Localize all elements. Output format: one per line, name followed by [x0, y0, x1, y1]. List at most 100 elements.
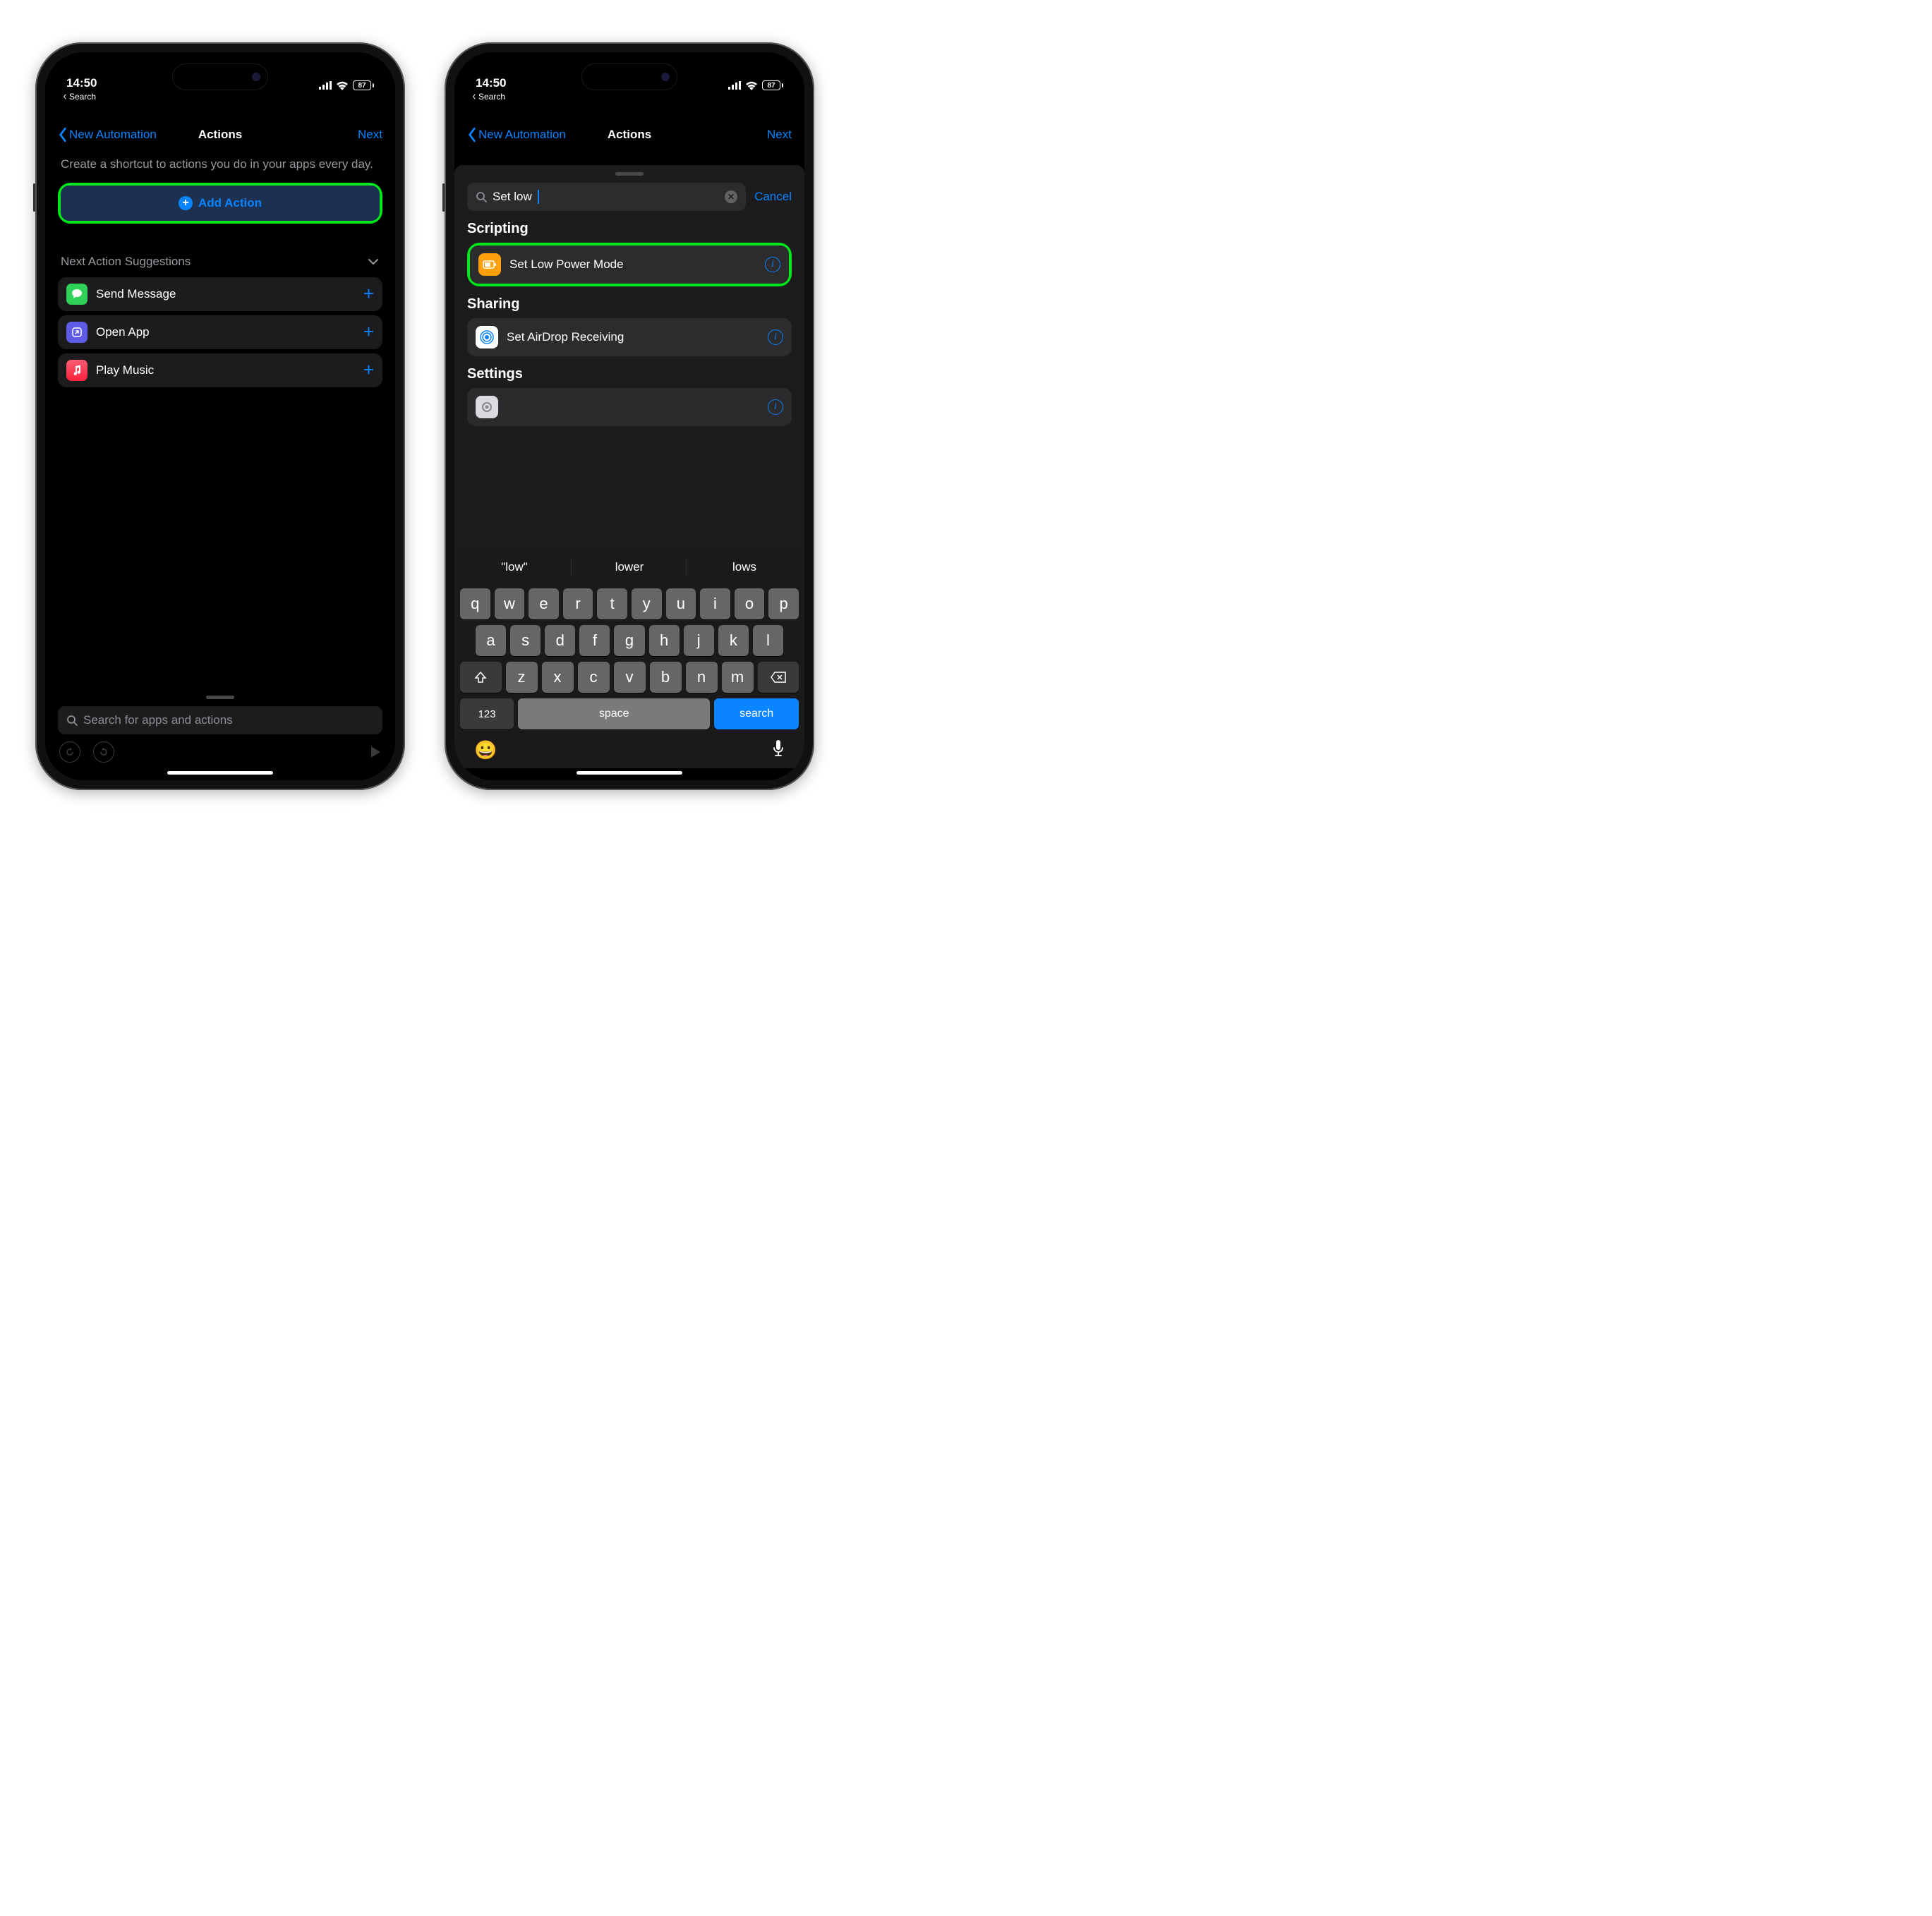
breadcrumb-search[interactable]: Search [45, 92, 395, 102]
airdrop-icon [476, 326, 498, 348]
plus-icon: + [363, 359, 374, 381]
section-scripting: Scripting [467, 211, 792, 243]
key-a[interactable]: a [476, 625, 506, 656]
emoji-icon[interactable]: 😀 [474, 739, 497, 761]
plus-circle-icon: + [179, 196, 193, 210]
key-f[interactable]: f [579, 625, 610, 656]
plus-icon: + [363, 283, 374, 305]
music-icon [66, 360, 87, 381]
key-s[interactable]: s [510, 625, 541, 656]
plus-icon: + [363, 321, 374, 343]
highlight-low-power: Set Low Power Mode i [467, 243, 792, 286]
drag-handle[interactable] [206, 696, 234, 699]
nav-next[interactable]: Next [767, 128, 792, 142]
cellular-icon [728, 81, 741, 90]
wifi-icon [336, 81, 349, 90]
key-space[interactable]: space [518, 698, 710, 729]
battery-icon: 87 [353, 80, 374, 90]
highlight-add-action: + Add Action [58, 183, 382, 224]
search-value: Set low [493, 190, 532, 204]
battery-icon: 87 [762, 80, 783, 90]
key-t[interactable]: t [597, 588, 627, 619]
undo-button[interactable] [59, 741, 80, 763]
status-time: 14:50 [66, 76, 97, 90]
suggestion-play-music[interactable]: Play Music + [58, 353, 382, 387]
info-icon[interactable]: i [768, 329, 783, 345]
kb-suggestion[interactable]: lower [572, 552, 687, 583]
messages-icon [66, 284, 87, 305]
dynamic-island [581, 63, 677, 90]
key-g[interactable]: g [614, 625, 644, 656]
kb-suggestion[interactable]: lows [687, 552, 802, 583]
key-u[interactable]: u [666, 588, 696, 619]
battery-icon [478, 253, 501, 276]
search-icon [66, 715, 78, 726]
redo-button[interactable] [93, 741, 114, 763]
result-set-low-power[interactable]: Set Low Power Mode i [470, 245, 789, 284]
suggestion-open-app[interactable]: Open App + [58, 315, 382, 349]
chevron-down-icon[interactable] [367, 257, 380, 266]
key-q[interactable]: q [460, 588, 490, 619]
key-n[interactable]: n [686, 662, 718, 693]
suggestions-title: Next Action Suggestions [61, 255, 191, 269]
breadcrumb-search[interactable]: Search [454, 92, 804, 102]
clear-icon[interactable]: ✕ [725, 190, 737, 203]
text-cursor [538, 190, 539, 204]
search-icon [476, 191, 487, 202]
key-b[interactable]: b [650, 662, 682, 693]
key-i[interactable]: i [700, 588, 730, 619]
section-sharing: Sharing [467, 286, 792, 318]
home-indicator[interactable] [576, 771, 682, 775]
intro-text: Create a shortcut to actions you do in y… [58, 152, 382, 183]
nav-next[interactable]: Next [358, 128, 382, 142]
nav-back[interactable]: New Automation [467, 127, 566, 143]
key-o[interactable]: o [735, 588, 765, 619]
wifi-icon [745, 81, 758, 90]
key-v[interactable]: v [614, 662, 646, 693]
result-set-airdrop[interactable]: Set AirDrop Receiving i [467, 318, 792, 356]
key-l[interactable]: l [753, 625, 783, 656]
key-d[interactable]: d [545, 625, 575, 656]
key-r[interactable]: r [563, 588, 593, 619]
key-z[interactable]: z [506, 662, 538, 693]
key-c[interactable]: c [578, 662, 610, 693]
cellular-icon [319, 81, 332, 90]
open-app-icon [66, 322, 87, 343]
section-settings: Settings [467, 356, 792, 388]
key-w[interactable]: w [495, 588, 525, 619]
search-field[interactable]: Set low ✕ [467, 183, 746, 211]
key-h[interactable]: h [649, 625, 680, 656]
key-j[interactable]: j [684, 625, 714, 656]
key-search[interactable]: search [714, 698, 799, 729]
key-k[interactable]: k [718, 625, 749, 656]
key-shift[interactable] [460, 662, 502, 693]
phone-right: 14:50 87 Search New Automation Actions N… [445, 42, 814, 790]
nav-title: Actions [198, 128, 242, 142]
result-settings-item[interactable]: i [467, 388, 792, 426]
search-field[interactable]: Search for apps and actions [58, 706, 382, 734]
nav-title: Actions [608, 128, 651, 142]
home-indicator[interactable] [167, 771, 273, 775]
nav-back[interactable]: New Automation [58, 127, 157, 143]
key-123[interactable]: 123 [460, 698, 514, 729]
info-icon[interactable]: i [765, 257, 780, 272]
add-action-button[interactable]: + Add Action [61, 186, 380, 221]
key-m[interactable]: m [722, 662, 754, 693]
search-placeholder: Search for apps and actions [83, 713, 233, 727]
key-backspace[interactable] [758, 662, 799, 693]
cancel-button[interactable]: Cancel [754, 190, 792, 204]
info-icon[interactable]: i [768, 399, 783, 415]
phone-left: 14:50 87 Search New Automation Actions N… [35, 42, 405, 790]
status-time: 14:50 [476, 76, 506, 90]
play-icon[interactable] [370, 746, 381, 758]
key-p[interactable]: p [768, 588, 799, 619]
keyboard: "low" lower lows q w e r t y u i o p a s [454, 547, 804, 768]
drag-handle[interactable] [615, 172, 644, 176]
key-x[interactable]: x [542, 662, 574, 693]
mic-icon[interactable] [772, 739, 785, 758]
suggestion-send-message[interactable]: Send Message + [58, 277, 382, 311]
dynamic-island [172, 63, 268, 90]
key-e[interactable]: e [529, 588, 559, 619]
kb-suggestion[interactable]: "low" [457, 552, 572, 583]
key-y[interactable]: y [632, 588, 662, 619]
